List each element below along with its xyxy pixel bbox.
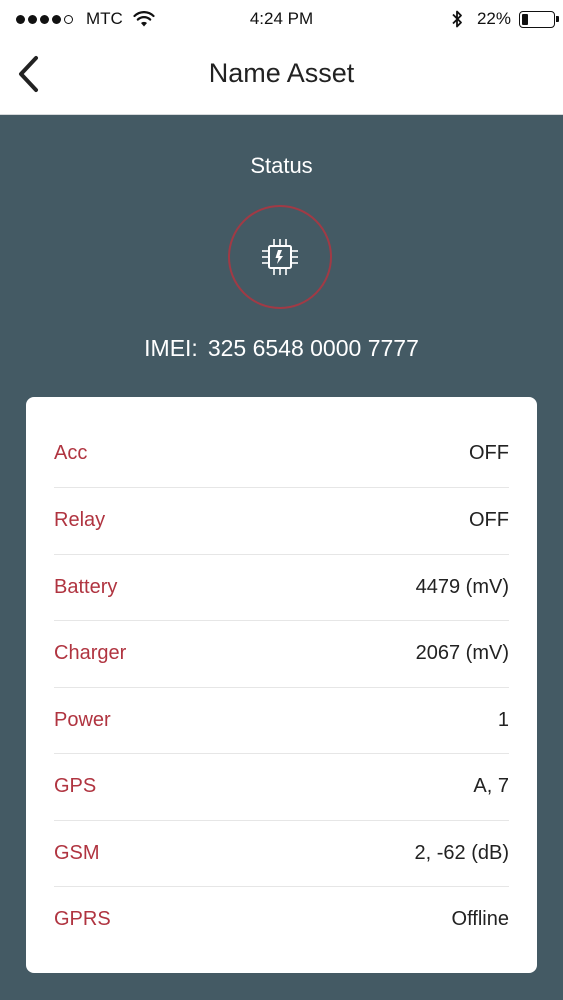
chip-icon [262, 239, 298, 275]
detail-value: 4479 (mV) [415, 575, 509, 598]
detail-value: OFF [469, 442, 509, 464]
detail-row-gsm: GSM 2, -62 (dB) [54, 821, 509, 887]
status-bar: MTC 4:24 PM 22% [0, 0, 563, 38]
bluetooth-icon [452, 10, 462, 28]
detail-row-gps: GPS A, 7 [54, 754, 509, 821]
detail-value: Offline [451, 908, 509, 931]
battery-cap [556, 15, 559, 22]
status-bar-right: 22% [451, 8, 559, 30]
detail-row-acc: Acc OFF [54, 397, 509, 488]
screen: MTC 4:24 PM 22% Name Asset Status IMEI: … [0, 0, 563, 1000]
imei-display: IMEI: 325 6548 0000 7777 [0, 333, 563, 363]
detail-label: Charger [54, 642, 127, 665]
navigation-bar: Name Asset [0, 38, 563, 114]
detail-label: Battery [54, 575, 118, 598]
detail-label: GPS [54, 775, 97, 798]
detail-row-charger: Charger 2067 (mV) [54, 621, 509, 688]
detail-label: GSM [54, 841, 100, 864]
imei-value: 325 6548 0000 7777 [207, 335, 419, 361]
detail-row-gprs: GPRS Offline [54, 887, 509, 953]
battery-percentage: 22% [476, 9, 511, 28]
battery-fill [522, 13, 529, 25]
detail-value: A, 7 [473, 775, 509, 798]
detail-value: 2, -62 (dB) [414, 841, 509, 864]
page-title: Name Asset [208, 58, 355, 88]
detail-row-battery: Battery 4479 (mV) [54, 555, 509, 621]
asset-details-card: Acc OFF Relay OFF Battery 4479 (mV) Char… [26, 397, 537, 973]
battery-icon [519, 10, 559, 28]
detail-row-relay: Relay OFF [54, 488, 509, 555]
detail-label: Relay [54, 509, 106, 532]
device-status-ring [228, 205, 332, 309]
detail-label: Acc [54, 442, 88, 464]
detail-row-power: Power 1 [54, 688, 509, 754]
detail-value: OFF [469, 509, 509, 532]
top-bar: MTC 4:24 PM 22% Name Asset [0, 0, 563, 115]
detail-label: Power [54, 708, 111, 731]
detail-value: 2067 (mV) [415, 642, 509, 665]
status-heading: Status [250, 153, 313, 178]
detail-label: GPRS [54, 908, 111, 931]
detail-value: 1 [497, 708, 509, 731]
imei-label: IMEI: [144, 335, 198, 361]
